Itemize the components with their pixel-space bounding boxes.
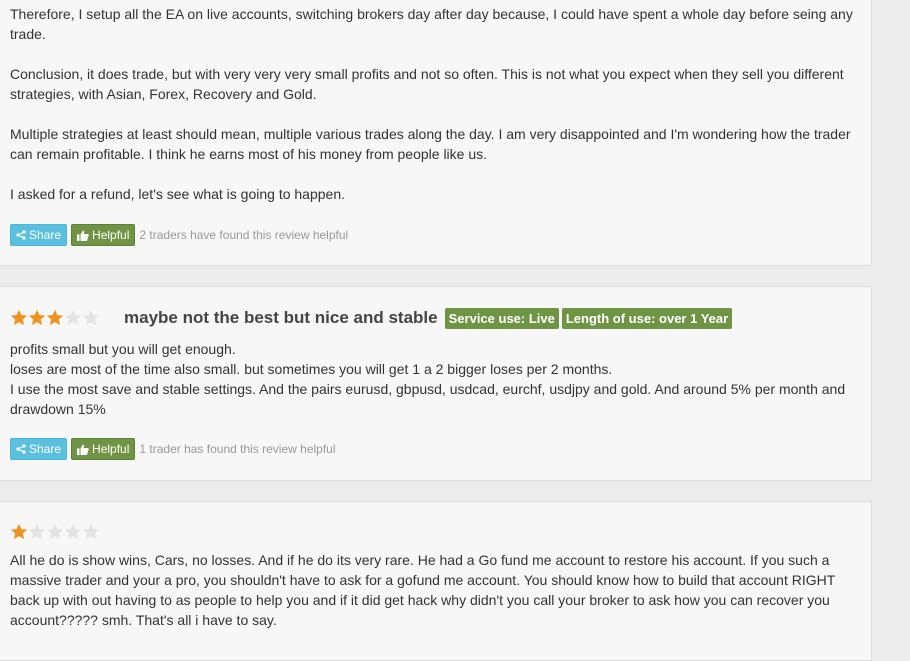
- review-actions: Share Helpful 1 trader has found this re…: [10, 438, 336, 460]
- star-empty-icon: [46, 523, 64, 540]
- service-use-tag: Service use: Live: [444, 307, 559, 329]
- thumbs-up-icon: [77, 230, 89, 241]
- share-icon: [16, 444, 26, 454]
- helpful-label: Helpful: [92, 228, 130, 242]
- star-empty-icon: [28, 523, 46, 540]
- review-line: I use the most save and stable settings.…: [10, 381, 846, 417]
- review-card: All he do is show wins, Cars, no losses.…: [0, 501, 872, 661]
- share-label: Share: [29, 228, 62, 242]
- star-empty-icon: [82, 523, 100, 540]
- review-paragraph: Therefore, I setup all the EA on live ac…: [10, 6, 853, 42]
- share-label: Share: [29, 442, 62, 456]
- helpful-count: 1 trader has found this review helpful: [139, 442, 336, 456]
- star-empty-icon: [64, 309, 82, 326]
- thumbs-up-icon: [77, 444, 89, 455]
- review-paragraph: Multiple strategies at least should mean…: [10, 126, 851, 162]
- review-card: maybe not the best but nice and stable S…: [0, 286, 872, 481]
- review-header: [10, 519, 120, 545]
- review-body: Therefore, I setup all the EA on live ac…: [10, 4, 860, 224]
- review-title: maybe not the best but nice and stable: [124, 308, 438, 327]
- review-paragraph: I asked for a refund, let's see what is …: [10, 186, 345, 202]
- helpful-button[interactable]: Helpful: [71, 438, 136, 460]
- star-filled-icon: [28, 309, 46, 326]
- review-actions: Share Helpful 2 traders have found this …: [10, 224, 348, 246]
- helpful-button[interactable]: Helpful: [71, 224, 136, 246]
- star-filled-icon: [10, 309, 28, 326]
- star-filled-icon: [46, 309, 64, 326]
- review-header: maybe not the best but nice and stable S…: [10, 305, 735, 331]
- review-body: profits small but you will get enough. l…: [10, 339, 860, 419]
- review-line: loses are most of the time also small. b…: [10, 361, 613, 377]
- review-text: All he do is show wins, Cars, no losses.…: [10, 552, 836, 628]
- review-card: Therefore, I setup all the EA on live ac…: [0, 0, 872, 266]
- star-filled-icon: [10, 523, 28, 540]
- share-button[interactable]: Share: [10, 438, 68, 460]
- helpful-count: 2 traders have found this review helpful: [139, 228, 349, 242]
- helpful-label: Helpful: [92, 442, 130, 456]
- star-empty-icon: [82, 309, 100, 326]
- review-body: All he do is show wins, Cars, no losses.…: [10, 550, 860, 630]
- length-of-use-tag: Length of use: over 1 Year: [561, 307, 733, 329]
- share-button[interactable]: Share: [10, 224, 68, 246]
- review-paragraph: Conclusion, it does trade, but with very…: [10, 66, 844, 102]
- star-empty-icon: [64, 523, 82, 540]
- share-icon: [16, 230, 26, 240]
- review-line: profits small but you will get enough.: [10, 341, 236, 357]
- star-rating: [10, 309, 120, 327]
- star-rating: [10, 523, 120, 541]
